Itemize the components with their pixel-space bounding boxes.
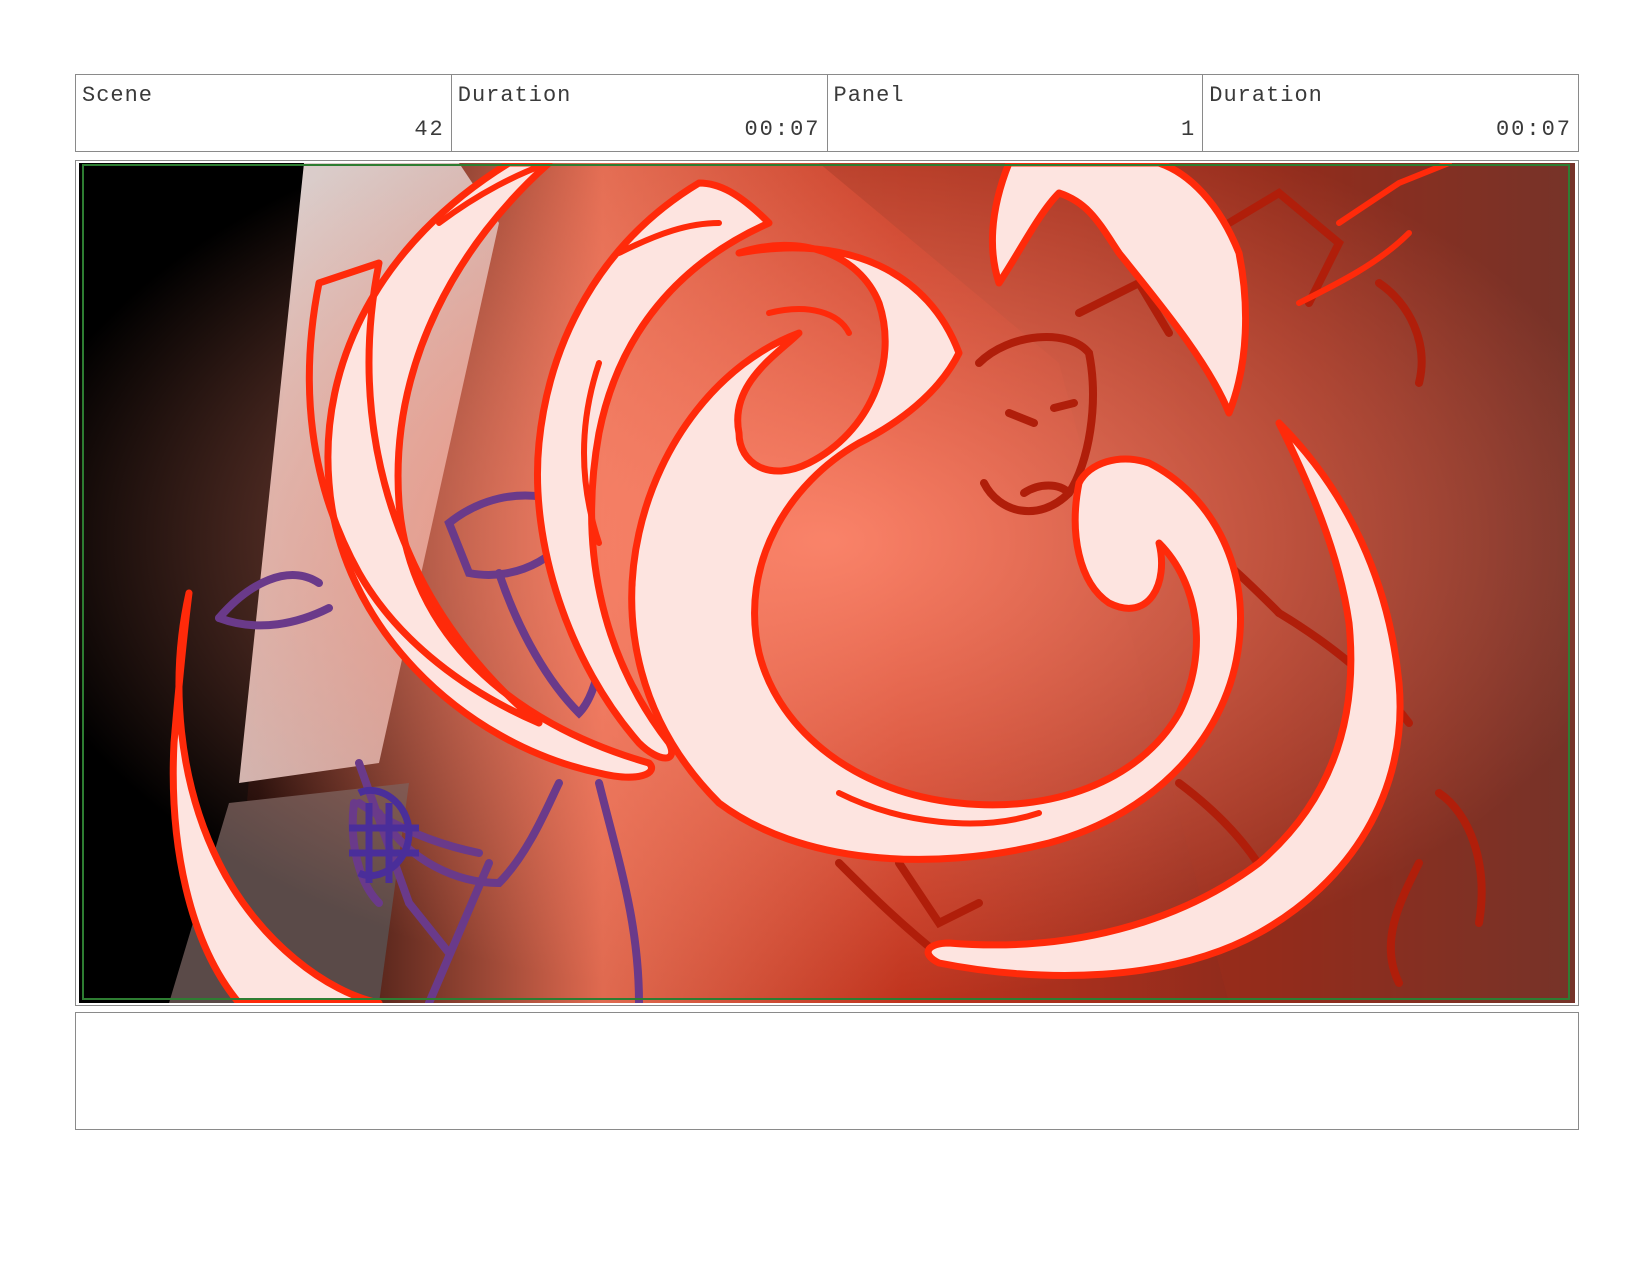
scene-label: Scene (82, 83, 154, 108)
panel-duration-cell: Duration 00:07 (1203, 75, 1578, 151)
panel-duration-value[interactable]: 00:07 (1496, 117, 1572, 142)
panel-duration-label: Duration (1209, 83, 1323, 108)
panel-illustration (79, 163, 1575, 1003)
panel-label: Panel (833, 83, 905, 108)
panel-cell: Panel 1 (828, 75, 1204, 151)
panel-number[interactable]: 1 (1181, 117, 1196, 142)
scene-duration-value[interactable]: 00:07 (744, 117, 820, 142)
scene-cell: Scene 42 (76, 75, 452, 151)
scene-number[interactable]: 42 (414, 117, 444, 142)
scene-info-header: Scene 42 Duration 00:07 Panel 1 Duration… (75, 74, 1579, 152)
scene-duration-cell: Duration 00:07 (452, 75, 828, 151)
panel-notes-box[interactable] (75, 1012, 1579, 1130)
storyboard-panel-drawing[interactable] (79, 163, 1575, 1003)
scene-duration-label: Duration (457, 83, 572, 108)
